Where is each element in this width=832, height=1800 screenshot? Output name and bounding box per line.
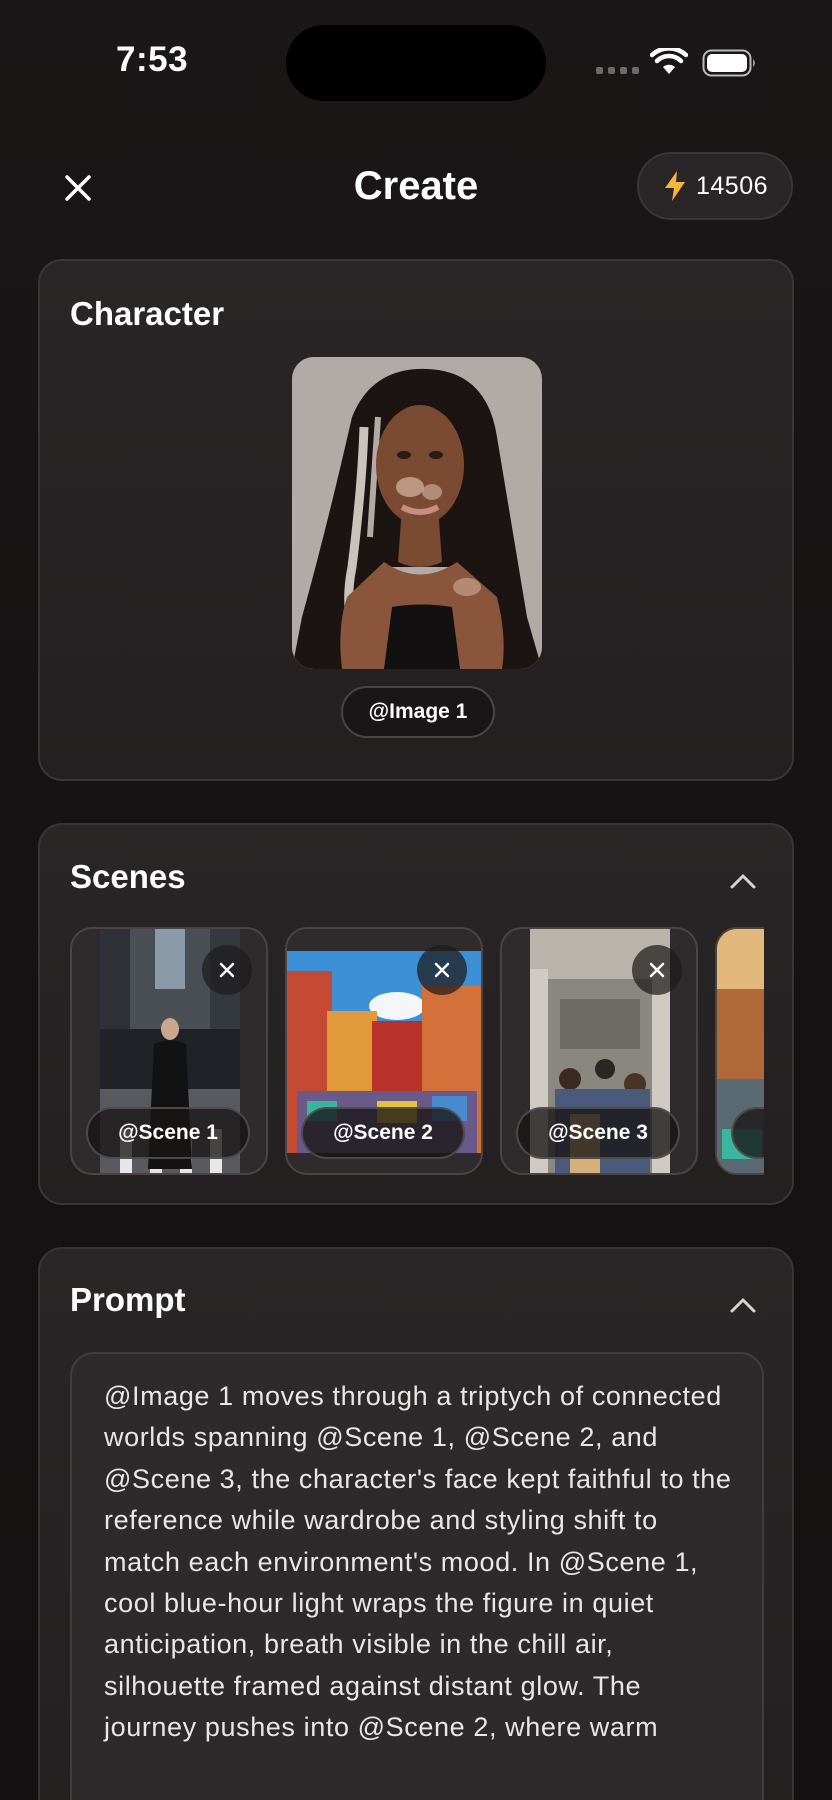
lightning-bolt-icon (664, 171, 685, 201)
character-card: Character @Image 1 (38, 259, 794, 781)
prompt-text-area[interactable]: @Image 1 moves through a triptych of con… (70, 1352, 764, 1800)
dynamic-island (286, 25, 546, 101)
status-time: 7:53 (116, 40, 189, 79)
collapse-scenes-chevron-up-icon[interactable] (728, 871, 758, 891)
scene-tile-2[interactable]: @Scene 2 (285, 927, 483, 1175)
scene-2-label: @Scene 2 (301, 1107, 465, 1159)
remove-scene-2-button[interactable] (417, 945, 467, 995)
create-screen: 7:53 Create 14506 Character @Image 1 Sce… (0, 0, 832, 1800)
scenes-title: Scenes (70, 858, 186, 895)
character-photo[interactable] (292, 357, 542, 669)
scenes-card: Scenes @Scene 1 @Scene 2 @Scene 3 (38, 823, 794, 1205)
scene-tile-4[interactable]: @ (715, 927, 764, 1175)
close-icon (649, 962, 665, 978)
scenes-carousel[interactable]: @Scene 1 @Scene 2 @Scene 3 (70, 927, 764, 1175)
character-title: Character (70, 295, 225, 332)
prompt-text: @Image 1 moves through a triptych of con… (104, 1381, 732, 1743)
scene-tile-3[interactable]: @Scene 3 (500, 927, 698, 1175)
image-1-tag[interactable]: @Image 1 (341, 686, 495, 738)
scene-3-label: @Scene 3 (516, 1107, 680, 1159)
scene-1-label: @Scene 1 (86, 1107, 250, 1159)
prompt-card: Prompt @Image 1 moves through a triptych… (38, 1247, 794, 1800)
close-icon (434, 962, 450, 978)
close-icon (219, 962, 235, 978)
remove-scene-3-button[interactable] (632, 945, 682, 995)
credits-button[interactable]: 14506 (637, 152, 793, 220)
wifi-icon (650, 48, 688, 74)
credits-value: 14506 (695, 171, 769, 200)
character-portrait-image (292, 357, 542, 669)
scene-tile-1[interactable]: @Scene 1 (70, 927, 268, 1175)
cellular-signal-icon (596, 67, 639, 74)
remove-scene-1-button[interactable] (202, 945, 252, 995)
battery-icon (702, 49, 755, 77)
prompt-title: Prompt (70, 1281, 186, 1318)
collapse-prompt-chevron-up-icon[interactable] (728, 1295, 758, 1315)
